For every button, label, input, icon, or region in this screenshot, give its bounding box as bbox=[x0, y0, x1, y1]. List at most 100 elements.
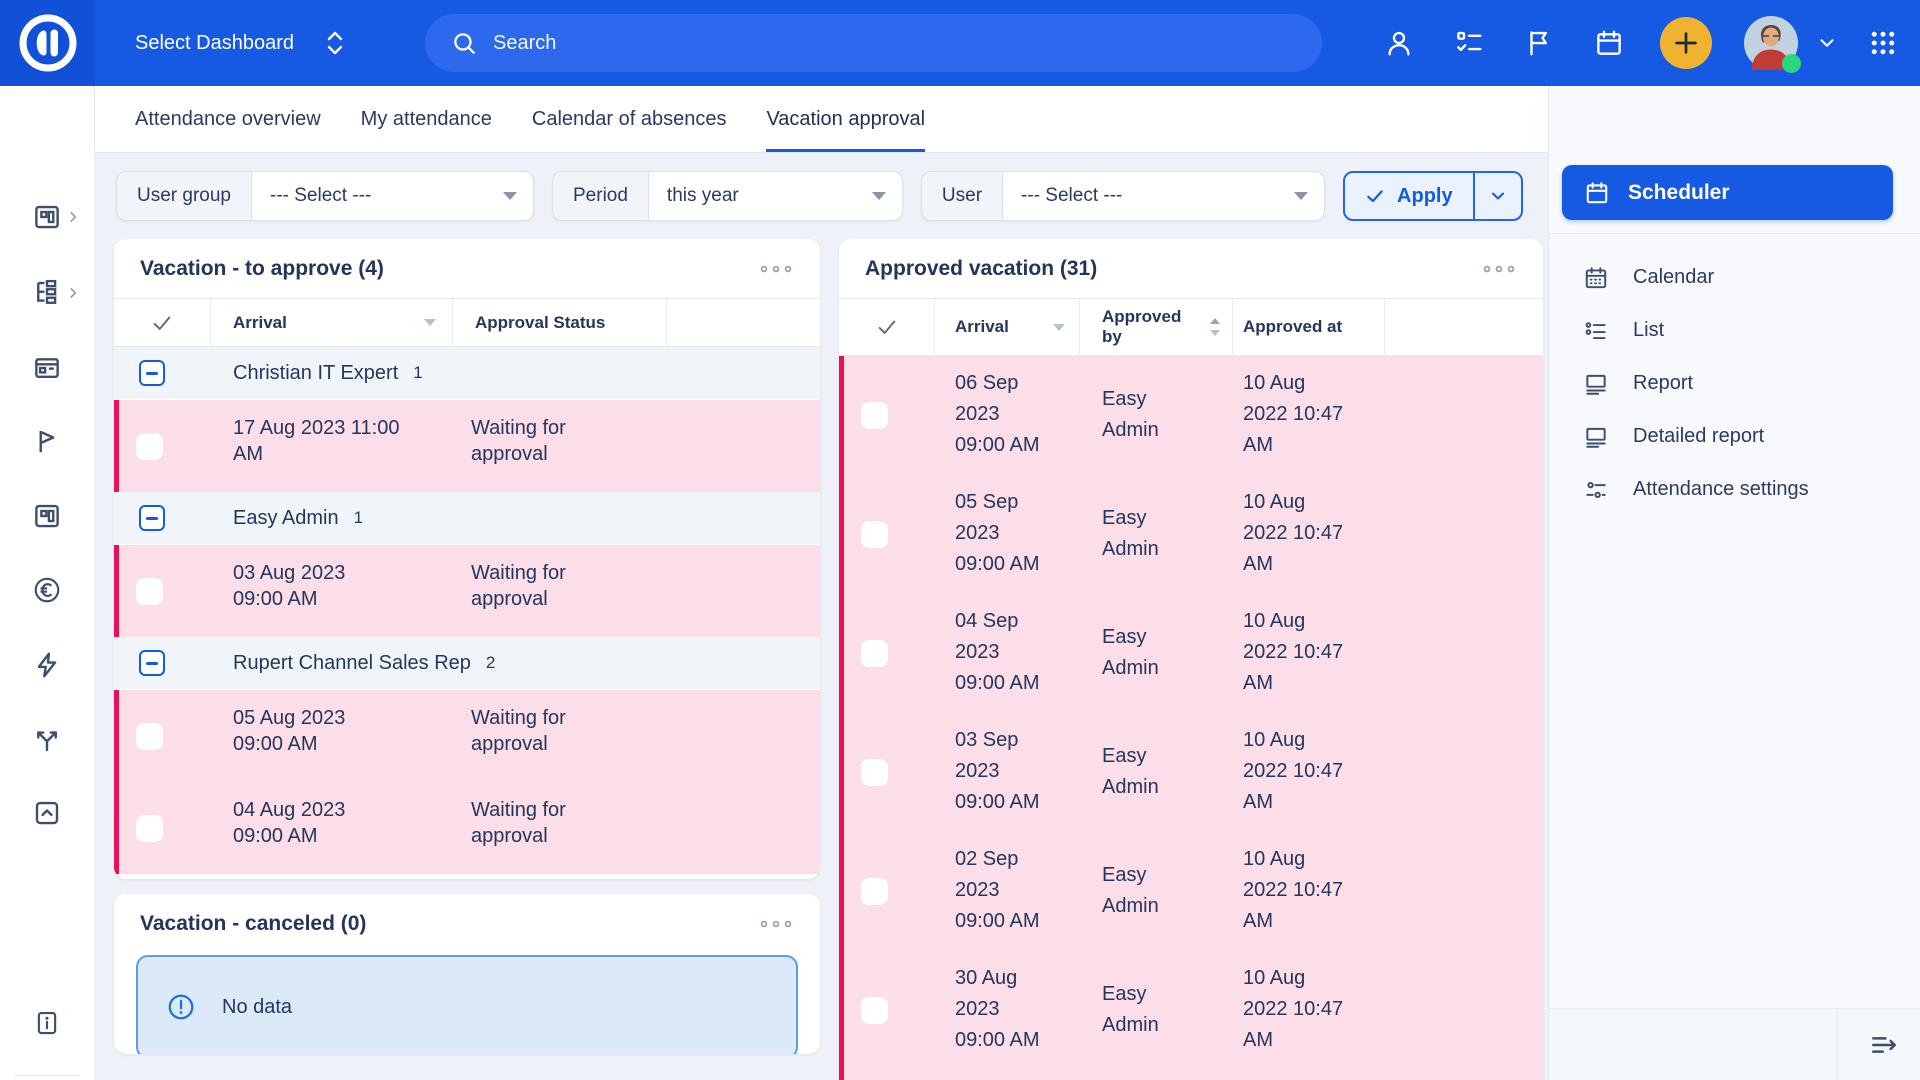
apps-grid-icon[interactable] bbox=[1868, 28, 1898, 58]
search-icon bbox=[451, 30, 477, 56]
panel-expand-icon[interactable] bbox=[1868, 1029, 1900, 1061]
vacation-row[interactable]: 17 Aug 2023 11:00 AM Waiting for approva… bbox=[114, 400, 820, 492]
avatar-chevron-down-icon[interactable] bbox=[1816, 32, 1838, 54]
approved-row[interactable]: 03 Sep 2023 09:00 AM Easy Admin 10 Aug 2… bbox=[844, 713, 1543, 832]
scheduler-label: Scheduler bbox=[1628, 181, 1730, 205]
menu-item-detailed-report[interactable]: Detailed report bbox=[1549, 410, 1920, 463]
row-arrival: 17 Aug 2023 11:00 AM bbox=[233, 415, 453, 467]
select-all-check-icon[interactable] bbox=[114, 299, 211, 346]
row-arrival: 04 Aug 2023 09:00 AM bbox=[233, 797, 453, 849]
panel-menu-dots-icon[interactable] bbox=[758, 918, 794, 930]
sidebar-item-milestones-flag[interactable] bbox=[32, 426, 62, 456]
footer-divider bbox=[1837, 1009, 1838, 1080]
group-checkbox-indeterminate[interactable] bbox=[139, 650, 165, 676]
alert-circle-icon bbox=[166, 992, 196, 1022]
sidebar-item-pages[interactable] bbox=[32, 353, 62, 383]
user-select[interactable]: --- Select --- bbox=[1002, 171, 1325, 221]
sort-caret-icon[interactable] bbox=[424, 319, 436, 326]
app-logo[interactable] bbox=[0, 0, 95, 86]
vacation-row[interactable]: 05 Aug 2023 09:00 AM Waiting for approva… bbox=[114, 690, 820, 782]
row-checkbox[interactable] bbox=[861, 878, 888, 905]
menu-item-attendance-settings[interactable]: Attendance settings bbox=[1549, 463, 1920, 516]
row-checkbox[interactable] bbox=[861, 997, 888, 1024]
column-actions bbox=[1385, 299, 1543, 355]
row-checkbox[interactable] bbox=[136, 723, 163, 750]
approved-row[interactable]: 30 Aug 2023 09:00 AM Easy Admin 10 Aug 2… bbox=[844, 951, 1543, 1070]
column-arrival: Arrival bbox=[955, 317, 1009, 337]
group-checkbox-indeterminate[interactable] bbox=[139, 360, 165, 386]
sidebar-item-modules[interactable] bbox=[32, 501, 62, 531]
row-arrival: 05 Sep 2023 09:00 AM bbox=[955, 487, 1095, 580]
sidebar-dashboards-chevron-right-icon[interactable] bbox=[66, 210, 80, 224]
row-checkbox[interactable] bbox=[861, 402, 888, 429]
vacation-row[interactable]: 03 Aug 2023 09:00 AM Waiting for approva… bbox=[114, 545, 820, 637]
row-approved-by: Easy Admin bbox=[1102, 860, 1232, 922]
user-avatar[interactable] bbox=[1744, 16, 1798, 70]
sidebar-item-dashboards[interactable] bbox=[32, 202, 62, 232]
sidebar-structure-chevron-right-icon[interactable] bbox=[66, 286, 80, 300]
group-row[interactable]: Christian IT Expert 1 bbox=[114, 347, 820, 400]
scheduler-button[interactable]: Scheduler bbox=[1562, 165, 1893, 220]
tab-attendance-overview[interactable]: Attendance overview bbox=[135, 86, 321, 152]
menu-item-calendar[interactable]: Calendar bbox=[1549, 251, 1920, 304]
report-icon bbox=[1583, 371, 1609, 397]
row-arrival: 06 Sep 2023 09:00 AM bbox=[955, 368, 1095, 461]
panel-menu-dots-icon[interactable] bbox=[1481, 263, 1517, 275]
menu-item-label: List bbox=[1633, 319, 1664, 342]
group-row[interactable]: Easy Admin 1 bbox=[114, 492, 820, 545]
group-checkbox-indeterminate[interactable] bbox=[139, 505, 165, 531]
sidebar-divider bbox=[14, 1075, 80, 1076]
menu-item-label: Report bbox=[1633, 372, 1693, 395]
select-all-check-icon[interactable] bbox=[839, 299, 935, 355]
row-checkbox[interactable] bbox=[136, 578, 163, 605]
add-button[interactable] bbox=[1660, 17, 1712, 69]
apply-label: Apply bbox=[1397, 185, 1453, 208]
online-status-dot bbox=[1782, 54, 1801, 73]
apply-options-button[interactable] bbox=[1475, 173, 1521, 219]
approved-row[interactable]: 05 Sep 2023 09:00 AM Easy Admin 10 Aug 2… bbox=[844, 475, 1543, 594]
tab-calendar-of-absences[interactable]: Calendar of absences bbox=[532, 86, 727, 152]
menu-item-label: Detailed report bbox=[1633, 425, 1764, 448]
menu-item-list[interactable]: List bbox=[1549, 304, 1920, 357]
tasks-icon[interactable] bbox=[1454, 28, 1484, 58]
row-checkbox[interactable] bbox=[136, 433, 163, 460]
sidebar-item-finance-euro[interactable] bbox=[32, 575, 62, 605]
report-icon bbox=[1583, 424, 1609, 450]
dashboard-selector[interactable]: Select Dashboard bbox=[135, 0, 346, 86]
sidebar-divider bbox=[1549, 233, 1920, 234]
row-checkbox[interactable] bbox=[861, 640, 888, 667]
approved-row[interactable]: 02 Sep 2023 09:00 AM Easy Admin 10 Aug 2… bbox=[844, 832, 1543, 951]
search-input[interactable] bbox=[493, 32, 1296, 55]
panel-menu-dots-icon[interactable] bbox=[758, 263, 794, 275]
sort-arrows-icon[interactable] bbox=[1208, 316, 1222, 338]
approved-row[interactable]: 06 Sep 2023 09:00 AM Easy Admin 10 Aug 2… bbox=[844, 356, 1543, 475]
sort-caret-icon[interactable] bbox=[1053, 324, 1065, 331]
approved-row[interactable]: 04 Sep 2023 09:00 AM Easy Admin 10 Aug 2… bbox=[844, 594, 1543, 713]
row-checkbox[interactable] bbox=[136, 815, 163, 842]
group-name: Christian IT Expert bbox=[233, 362, 398, 385]
sidebar-item-workflow-split[interactable] bbox=[32, 725, 62, 755]
column-approved-by: Approved by bbox=[1102, 307, 1181, 347]
tab-my-attendance[interactable]: My attendance bbox=[361, 86, 492, 152]
apply-button[interactable]: Apply bbox=[1345, 173, 1475, 219]
user-group-label: User group bbox=[116, 171, 251, 221]
tab-vacation-approval[interactable]: Vacation approval bbox=[766, 86, 925, 152]
row-approved-by: Easy Admin bbox=[1102, 384, 1232, 446]
vacation-row[interactable]: 04 Aug 2023 09:00 AM Waiting for approva… bbox=[114, 782, 820, 874]
row-approved-at: 10 Aug 2022 10:47 AM bbox=[1243, 487, 1403, 580]
sidebar-item-structure[interactable] bbox=[32, 278, 62, 308]
calendar-icon[interactable] bbox=[1594, 28, 1624, 58]
dashboard-selector-label: Select Dashboard bbox=[135, 32, 294, 55]
profile-icon[interactable] bbox=[1384, 28, 1414, 58]
sidebar-item-collapse-box[interactable] bbox=[32, 798, 62, 828]
user-group-select[interactable]: --- Select --- bbox=[251, 171, 534, 221]
row-checkbox[interactable] bbox=[861, 521, 888, 548]
sidebar-item-quick-actions-lightning[interactable] bbox=[32, 650, 62, 680]
menu-item-report[interactable]: Report bbox=[1549, 357, 1920, 410]
group-row[interactable]: Rupert Channel Sales Rep 2 bbox=[114, 637, 820, 690]
flag-icon[interactable] bbox=[1524, 28, 1554, 58]
period-select[interactable]: this year bbox=[648, 171, 903, 221]
sidebar-item-info[interactable] bbox=[32, 1008, 62, 1038]
row-checkbox[interactable] bbox=[861, 759, 888, 786]
column-approved-at: Approved at bbox=[1243, 317, 1342, 337]
